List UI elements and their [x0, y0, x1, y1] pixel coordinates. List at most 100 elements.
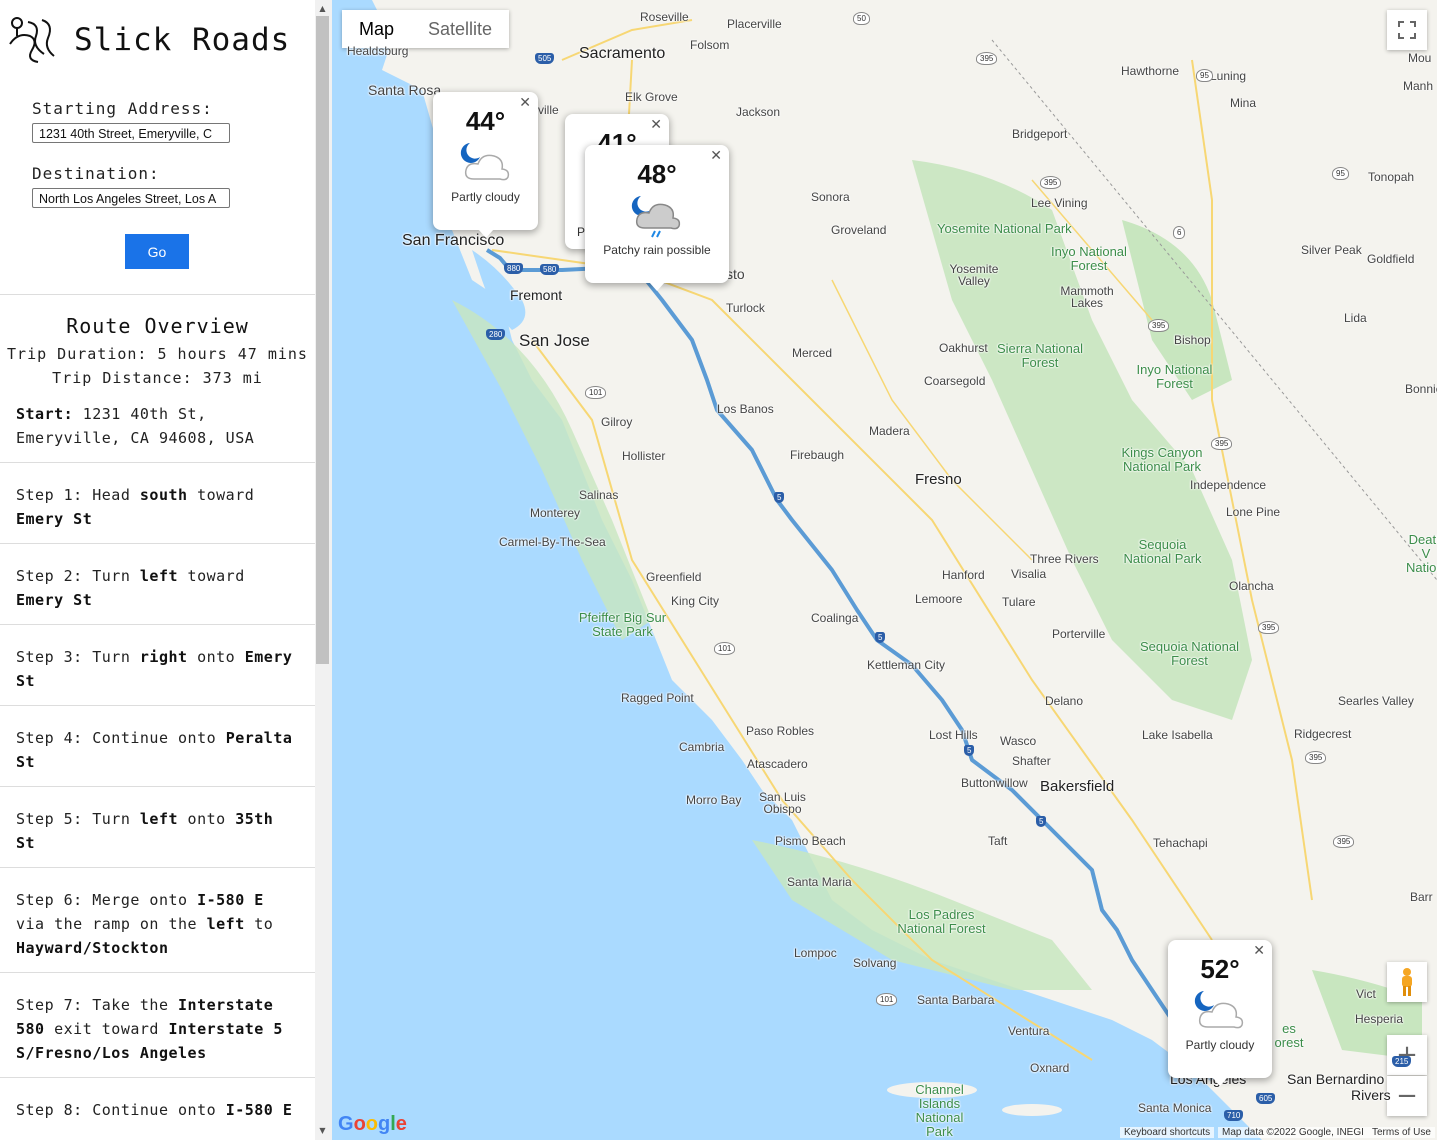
destination-input[interactable]: North Los Angeles Street, Los A [32, 188, 230, 208]
place-label: Placerville [727, 17, 782, 31]
google-logo[interactable]: Google [338, 1113, 407, 1136]
close-icon[interactable]: ✕ [710, 147, 722, 164]
us-route-shield: 95 [1332, 167, 1349, 180]
map-view[interactable]: Map Satellite + − Roseville Placerville … [332, 0, 1437, 1140]
interstate-shield: 215 [1392, 1056, 1412, 1067]
step-text: Step 7: Take the [16, 996, 179, 1014]
place-label: Mina [1230, 96, 1257, 110]
weather-temp: 48° [637, 159, 677, 189]
pegman-icon [1402, 968, 1412, 996]
place-label: Folsom [690, 38, 730, 52]
moon-cloud-icon [1194, 991, 1244, 1029]
place-label: Visalia [1011, 567, 1047, 581]
place-label: Yosemite Valley [949, 262, 999, 288]
place-label: Santa Maria [787, 875, 852, 889]
place-label: Silver Peak [1301, 243, 1362, 257]
step-bold: Hayward/Stockton [16, 939, 169, 957]
step-text: onto [187, 648, 245, 666]
keyboard-shortcuts-link[interactable]: Keyboard shortcuts [1120, 1127, 1215, 1138]
state-route-shield: 6 [1173, 226, 1186, 239]
place-label: Inyo National Forest [1136, 362, 1213, 391]
step-text: Step 2: Turn [16, 567, 140, 585]
scroll-up-arrow-icon[interactable]: ▲ [315, 2, 330, 16]
map-tab[interactable]: Map [342, 10, 411, 48]
place-label: Lompoc [794, 946, 837, 960]
place-label: Channel Islands National Park [915, 1082, 964, 1139]
scrollbar-thumb[interactable] [316, 16, 329, 664]
place-label: Roseville [640, 10, 689, 24]
step-text: Step 5: Turn [16, 810, 140, 828]
place-label: Greenfield [646, 570, 702, 584]
place-label: Tehachapi [1153, 836, 1208, 850]
place-label: Jackson [736, 105, 781, 119]
place-label: Sacramento [579, 45, 666, 62]
place-label: Hesperia [1355, 1012, 1404, 1026]
place-label: Bakersfield [1040, 778, 1115, 795]
channel-island [1002, 1104, 1062, 1116]
place-label: Lost Hills [929, 728, 978, 742]
scroll-down-arrow-icon[interactable]: ▼ [315, 1124, 330, 1138]
place-label: Kettleman City [867, 658, 946, 672]
interstate-shield: 605 [1256, 1093, 1276, 1104]
map-type-control: Map Satellite [342, 10, 510, 48]
place-label: Hollister [622, 449, 666, 463]
place-label: es orest [1274, 1021, 1304, 1050]
step-2: Step 2: Turn left toward Emery St [16, 564, 301, 612]
step-text: via the ramp on the [16, 915, 207, 933]
start-address-input[interactable]: 1231 40th Street, Emeryville, C [32, 123, 230, 143]
place-label: Manh [1403, 79, 1434, 93]
place-label: Santa Rosa [368, 82, 442, 98]
zoom-out-button[interactable]: − [1387, 1076, 1427, 1116]
place-label: Atascadero [747, 757, 808, 771]
interstate-shield: 505 [535, 53, 555, 64]
weather-popup: ✕ 52° Partly cloudy [1168, 940, 1272, 1086]
start-address: Start: 1231 40th St, Emeryville, CA 9460… [16, 402, 306, 450]
step-3: Step 3: Turn right onto Emery St [16, 645, 301, 693]
divider [0, 867, 315, 868]
sidebar-scrollbar[interactable]: ▲ ▼ [315, 0, 332, 1140]
us-route-shield: 101 [585, 386, 607, 399]
place-label: Elk Grove [625, 90, 678, 104]
step-text: exit toward [44, 1020, 169, 1038]
close-icon[interactable]: ✕ [1253, 942, 1265, 959]
fullscreen-icon [1398, 21, 1416, 39]
divider [0, 705, 315, 706]
go-button[interactable]: Go [125, 234, 189, 269]
fullscreen-button[interactable] [1387, 10, 1427, 50]
step-bold: left [139, 810, 179, 828]
trip-duration: Trip Duration: 5 hours 47 mins [7, 345, 308, 363]
step-bold: Emery St [16, 591, 93, 609]
weather-condition: Partly cloudy [451, 190, 520, 204]
weather-popup: ✕ 48° Patchy rain possible [585, 145, 729, 291]
place-label: Sierra National Forest [997, 341, 1083, 370]
place-label: Pfeiffer Big Sur State Park [578, 610, 667, 639]
place-label: Wasco [1000, 734, 1037, 748]
place-label: Los Padres National Forest [897, 907, 986, 936]
step-bold: I-580 E [197, 891, 264, 909]
us-route-shield: 395 [1305, 751, 1327, 764]
step-8: Step 8: Continue onto I-580 E [16, 1098, 301, 1122]
divider [0, 624, 315, 625]
terms-link[interactable]: Terms of Use [1368, 1127, 1435, 1138]
divider [0, 972, 315, 973]
close-icon[interactable]: ✕ [519, 94, 531, 111]
street-view-button[interactable] [1387, 962, 1427, 1002]
place-label: Buttonwillow [961, 776, 1028, 790]
place-label: Hawthorne [1121, 64, 1180, 78]
close-icon[interactable]: ✕ [650, 116, 662, 133]
place-label: Carmel-By-The-Sea [499, 535, 606, 549]
place-label: Ridgecrest [1294, 727, 1352, 741]
satellite-tab[interactable]: Satellite [411, 10, 509, 48]
place-label: Santa Monica [1138, 1101, 1212, 1115]
us-route-shield: 395 [1211, 437, 1233, 450]
map-data-attribution: Map data ©2022 Google, INEGI [1218, 1127, 1368, 1138]
place-label: Oakhurst [939, 341, 988, 355]
place-label: Independence [1190, 478, 1267, 492]
step-bold: south [139, 486, 188, 504]
us-route-shield: 395 [1040, 176, 1062, 189]
zoom-in-button[interactable]: + [1387, 1035, 1427, 1075]
place-label: Bridgeport [1012, 127, 1068, 141]
step-4: Step 4: Continue onto Peralta St [16, 726, 301, 774]
place-label: Gilroy [601, 415, 633, 429]
step-bold: left [139, 567, 179, 585]
